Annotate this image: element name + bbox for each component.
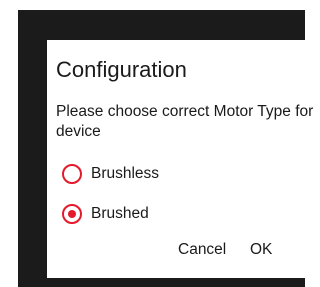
option-label-brushed: Brushed — [91, 205, 149, 222]
ok-button[interactable]: OK — [250, 239, 272, 261]
radio-button-brushless[interactable] — [62, 164, 82, 184]
option-label-brushless: Brushless — [91, 165, 160, 182]
motor-type-option-brushless[interactable]: Brushless — [62, 161, 159, 187]
radio-button-brushed[interactable] — [62, 204, 82, 224]
dialog-message: Please choose correct Motor Type for dev… — [56, 103, 314, 140]
motor-type-option-brushed[interactable]: Brushed — [62, 201, 149, 227]
dialog-title: Configuration — [56, 57, 187, 82]
cancel-button[interactable]: Cancel — [178, 239, 226, 261]
configuration-dialog: Configuration Please choose correct Moto… — [47, 40, 314, 278]
modal-backdrop: Configuration Please choose correct Moto… — [18, 10, 314, 287]
